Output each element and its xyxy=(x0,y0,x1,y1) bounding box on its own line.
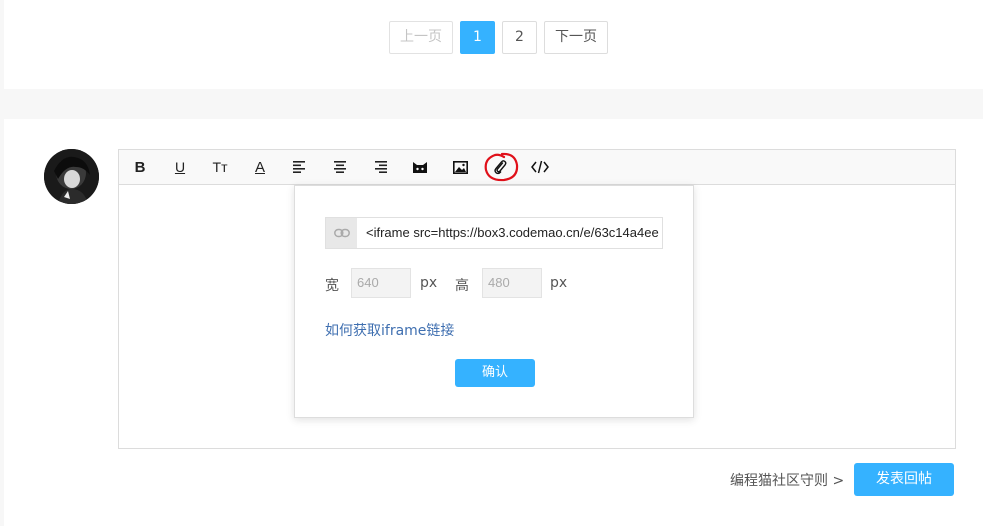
underline-icon[interactable]: U xyxy=(168,156,192,178)
align-right-icon[interactable] xyxy=(368,156,392,178)
iframe-url-field: <iframe src=https://box3.codemao.cn/e/63… xyxy=(325,217,663,249)
bold-icon[interactable]: B xyxy=(128,156,152,178)
width-unit: px xyxy=(420,275,438,291)
red-annotation-circle-icon xyxy=(484,152,519,182)
submit-reply-button[interactable]: 发表回帖 xyxy=(854,463,954,496)
prev-page-button[interactable]: 上一页 xyxy=(389,21,453,54)
page-2-button[interactable]: 2 xyxy=(502,21,537,54)
height-label: 高 xyxy=(455,278,469,294)
pagination: 上一页 1 2 下一页 xyxy=(4,21,983,54)
cat-emoji-icon[interactable] xyxy=(408,156,432,178)
avatar-image xyxy=(44,149,99,204)
iframe-embed-popup: <iframe src=https://box3.codemao.cn/e/63… xyxy=(294,185,694,418)
width-label: 宽 xyxy=(325,278,339,294)
iframe-help-link[interactable]: 如何获取iframe链接 xyxy=(325,320,454,340)
width-input[interactable]: 640 xyxy=(351,268,411,298)
community-rules-link[interactable]: 编程猫社区守则 > xyxy=(730,470,844,490)
image-icon[interactable] xyxy=(448,156,472,178)
pagination-card: 上一页 1 2 下一页 xyxy=(4,0,983,89)
link-icon xyxy=(326,218,357,248)
iframe-url-input[interactable]: <iframe src=https://box3.codemao.cn/e/63… xyxy=(357,218,662,248)
align-left-icon[interactable] xyxy=(288,156,312,178)
code-icon[interactable] xyxy=(528,156,552,178)
align-center-icon[interactable] xyxy=(328,156,352,178)
editor-toolbar: B U Tт A xyxy=(119,150,955,185)
reply-card: B U Tт A <iframe src=https://box3.codema… xyxy=(4,119,983,526)
next-page-button[interactable]: 下一页 xyxy=(544,21,608,54)
height-input[interactable]: 480 xyxy=(482,268,542,298)
font-size-icon[interactable]: Tт xyxy=(208,156,232,178)
page-1-button[interactable]: 1 xyxy=(460,21,495,54)
font-color-icon[interactable]: A xyxy=(248,156,272,178)
height-unit: px xyxy=(550,275,568,291)
avatar xyxy=(44,149,99,204)
confirm-button[interactable]: 确认 xyxy=(455,359,535,387)
